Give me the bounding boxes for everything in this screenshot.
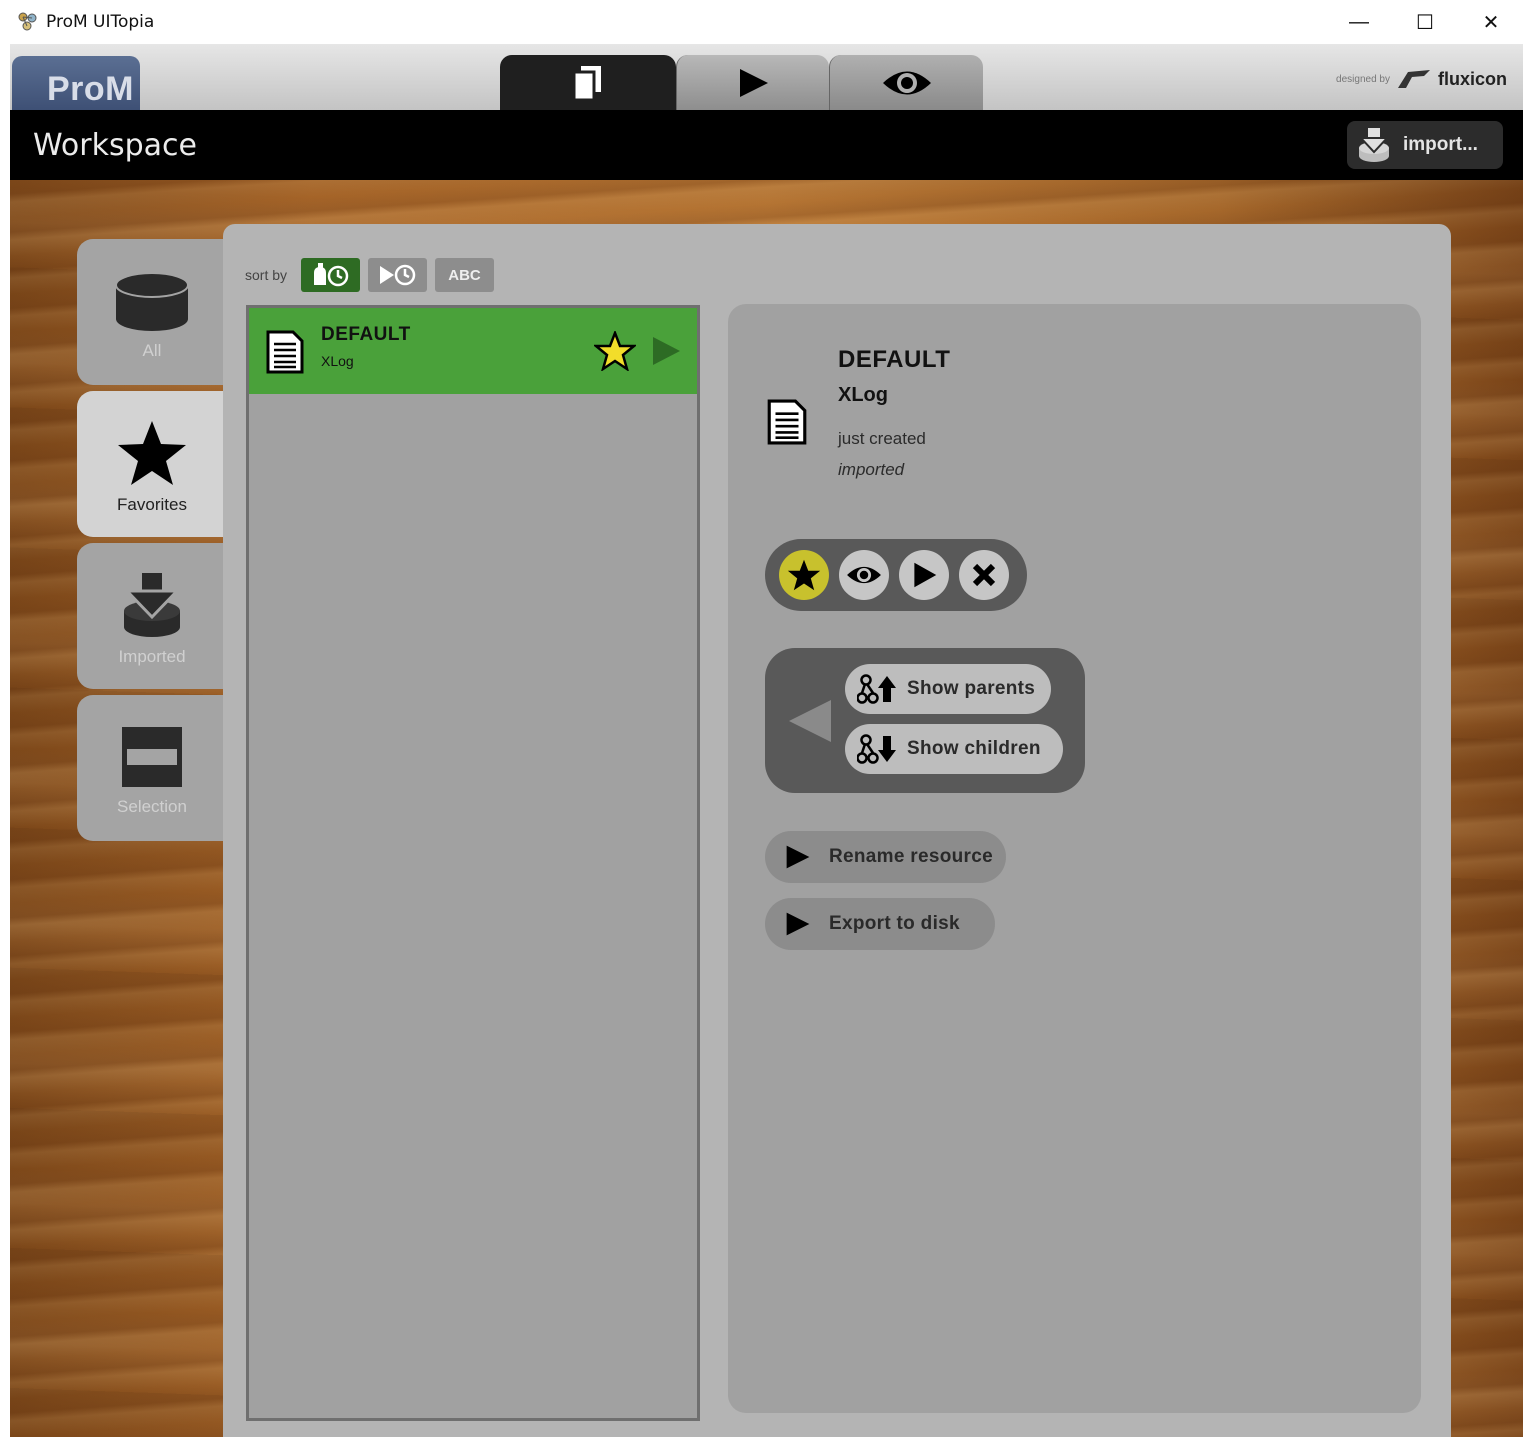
import-icon <box>1358 128 1390 162</box>
star-icon <box>118 421 186 485</box>
close-icon <box>972 563 996 587</box>
play-icon <box>786 912 810 936</box>
relations-box: Show parents Show children <box>765 648 1085 793</box>
maximize-button[interactable]: ☐ <box>1392 0 1458 44</box>
sidebar-item-favorites[interactable]: Favorites <box>77 391 227 537</box>
sidebar-item-label: Imported <box>118 647 186 666</box>
workspace-panel: sort by ABC DEFAULT XLog DEFAULT XLog ju… <box>223 224 1451 1437</box>
resource-list: DEFAULT XLog <box>246 305 700 1421</box>
detail-type: XLog <box>838 384 888 406</box>
document-icon <box>767 399 807 445</box>
eye-icon <box>847 566 881 584</box>
database-icon <box>115 272 189 331</box>
perspective-tabs <box>500 55 983 110</box>
prom-app: ProM designed by fluxicon Workspace impo… <box>10 44 1523 1437</box>
sidebar-item-label: Selection <box>117 797 187 816</box>
resource-detail: DEFAULT XLog just created imported Show … <box>728 304 1421 1413</box>
sort-controls: sort by ABC <box>245 258 495 292</box>
resource-name: DEFAULT <box>321 324 411 345</box>
sort-by-name-button[interactable]: ABC <box>435 258 495 292</box>
minimize-button[interactable]: — <box>1326 0 1392 44</box>
header-bar: Workspace import... <box>10 110 1523 180</box>
view-button[interactable] <box>839 550 889 600</box>
detail-name: DEFAULT <box>838 346 951 373</box>
eye-icon <box>882 71 931 94</box>
detail-origin: imported <box>838 460 905 479</box>
fluxicon-logo-icon <box>1397 70 1430 88</box>
play-button[interactable] <box>899 550 949 600</box>
export-to-disk-label: Export to disk <box>829 913 960 934</box>
window-title: ProM UITopia <box>46 12 155 32</box>
import-button[interactable]: import... <box>1347 121 1503 169</box>
resource-actions <box>765 539 1027 611</box>
detail-created: just created <box>838 429 926 448</box>
prom-logo: ProM <box>12 56 140 110</box>
sidebar-item-label: All <box>142 341 162 360</box>
parents-icon <box>857 674 896 704</box>
tab-actions[interactable] <box>676 55 829 110</box>
show-parents-button[interactable]: Show parents <box>845 664 1051 714</box>
remove-button[interactable] <box>959 550 1009 600</box>
show-children-button[interactable]: Show children <box>845 724 1063 774</box>
credit-prefix: designed by <box>1336 73 1390 85</box>
app-icon <box>18 12 37 31</box>
rename-resource-button[interactable]: Rename resource <box>765 831 1006 883</box>
import-label: import... <box>1403 134 1478 155</box>
import-icon <box>123 573 181 637</box>
tab-workspace[interactable] <box>500 55 676 110</box>
credit-brand: fluxicon <box>1437 68 1507 89</box>
sidebar-item-imported[interactable]: Imported <box>77 543 227 689</box>
access-time-icon <box>379 264 415 286</box>
rename-resource-label: Rename resource <box>829 846 993 867</box>
play-icon <box>740 68 768 97</box>
window-titlebar: ProM UITopia — ☐ ✕ <box>0 0 1525 44</box>
sort-label: sort by <box>245 267 288 283</box>
favorite-button[interactable] <box>779 550 829 600</box>
children-icon <box>857 734 896 764</box>
top-bar: ProM designed by fluxicon <box>10 44 1523 110</box>
list-item[interactable]: DEFAULT XLog <box>249 308 697 394</box>
show-parents-label: Show parents <box>907 678 1036 699</box>
collapse-arrow-icon[interactable] <box>787 698 833 744</box>
creation-time-icon <box>313 263 348 287</box>
sidebar-item-label: Favorites <box>117 495 187 514</box>
favorite-star-icon[interactable] <box>594 331 636 371</box>
credit: designed by fluxicon <box>1336 68 1507 90</box>
selection-icon <box>122 727 182 787</box>
sidebar-item-all[interactable]: All <box>77 239 227 385</box>
sort-by-creation-button[interactable] <box>301 258 361 292</box>
show-children-label: Show children <box>907 738 1041 759</box>
play-icon <box>786 845 810 869</box>
resource-type: XLog <box>321 353 354 369</box>
tab-views[interactable] <box>829 55 983 110</box>
play-icon[interactable] <box>650 335 682 367</box>
page-title: Workspace <box>33 128 197 163</box>
close-button[interactable]: ✕ <box>1458 0 1524 44</box>
export-to-disk-button[interactable]: Export to disk <box>765 898 995 950</box>
document-icon <box>266 330 304 374</box>
sidebar-item-selection[interactable]: Selection <box>77 695 227 841</box>
workspace-documents-icon <box>572 65 601 101</box>
star-icon <box>787 559 821 591</box>
play-icon <box>914 562 937 588</box>
sort-by-access-button[interactable] <box>368 258 428 292</box>
